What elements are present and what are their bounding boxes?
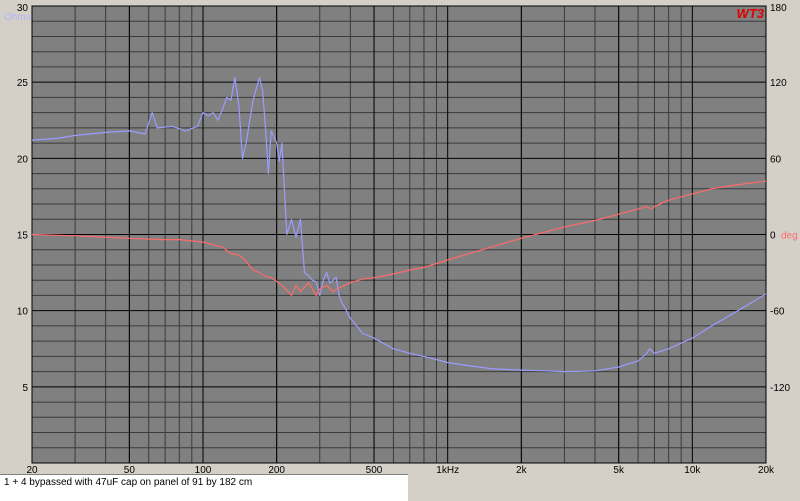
y-left-tick-label: 5 xyxy=(22,383,28,394)
x-tick-label: 1kHz xyxy=(436,465,459,474)
x-tick-label: 100 xyxy=(195,465,212,474)
y-right-tick-label: 180 xyxy=(770,3,787,14)
y-left-unit-label: Ohms xyxy=(4,12,31,23)
y-left-tick-label: 10 xyxy=(17,307,29,318)
x-tick-label: 10k xyxy=(684,465,701,474)
y-left-tick-label: 15 xyxy=(17,231,29,242)
impedance-phase-chart: 30252015105Ohms180120600-60-120deg20 50 10… xyxy=(4,3,798,474)
y-right-tick-label: 60 xyxy=(770,154,782,165)
y-left-tick-label: 25 xyxy=(17,78,29,89)
x-tick-label: 20 xyxy=(26,465,38,474)
y-right-tick-label: -60 xyxy=(770,307,785,318)
wt3-impedance-window: 30 25 20 15 10 5 Ohms 180 120 60 0 -60 -120 deg 20 50 10… xyxy=(0,0,800,501)
chart-caption: 1 + 4 bypassed with 47uF cap on panel of… xyxy=(4,477,253,488)
y-right-tick-label: -120 xyxy=(770,383,790,394)
x-tick-label: 200 xyxy=(268,465,285,474)
y-right-tick-label: 0 xyxy=(770,231,776,242)
caption-box: 1 + 4 bypassed with 47uF cap on panel of… xyxy=(0,474,408,501)
x-tick-label: 500 xyxy=(366,465,383,474)
x-tick-label: 2k xyxy=(516,465,528,474)
y-left-tick-label: 20 xyxy=(17,154,29,165)
y-right-unit-label: deg xyxy=(781,231,798,242)
wt3-logo: WT3 xyxy=(737,6,765,21)
x-tick-label: 20k xyxy=(758,465,775,474)
x-tick-label: 5k xyxy=(613,465,625,474)
y-right-tick-label: 120 xyxy=(770,78,787,89)
x-tick-label: 50 xyxy=(124,465,136,474)
